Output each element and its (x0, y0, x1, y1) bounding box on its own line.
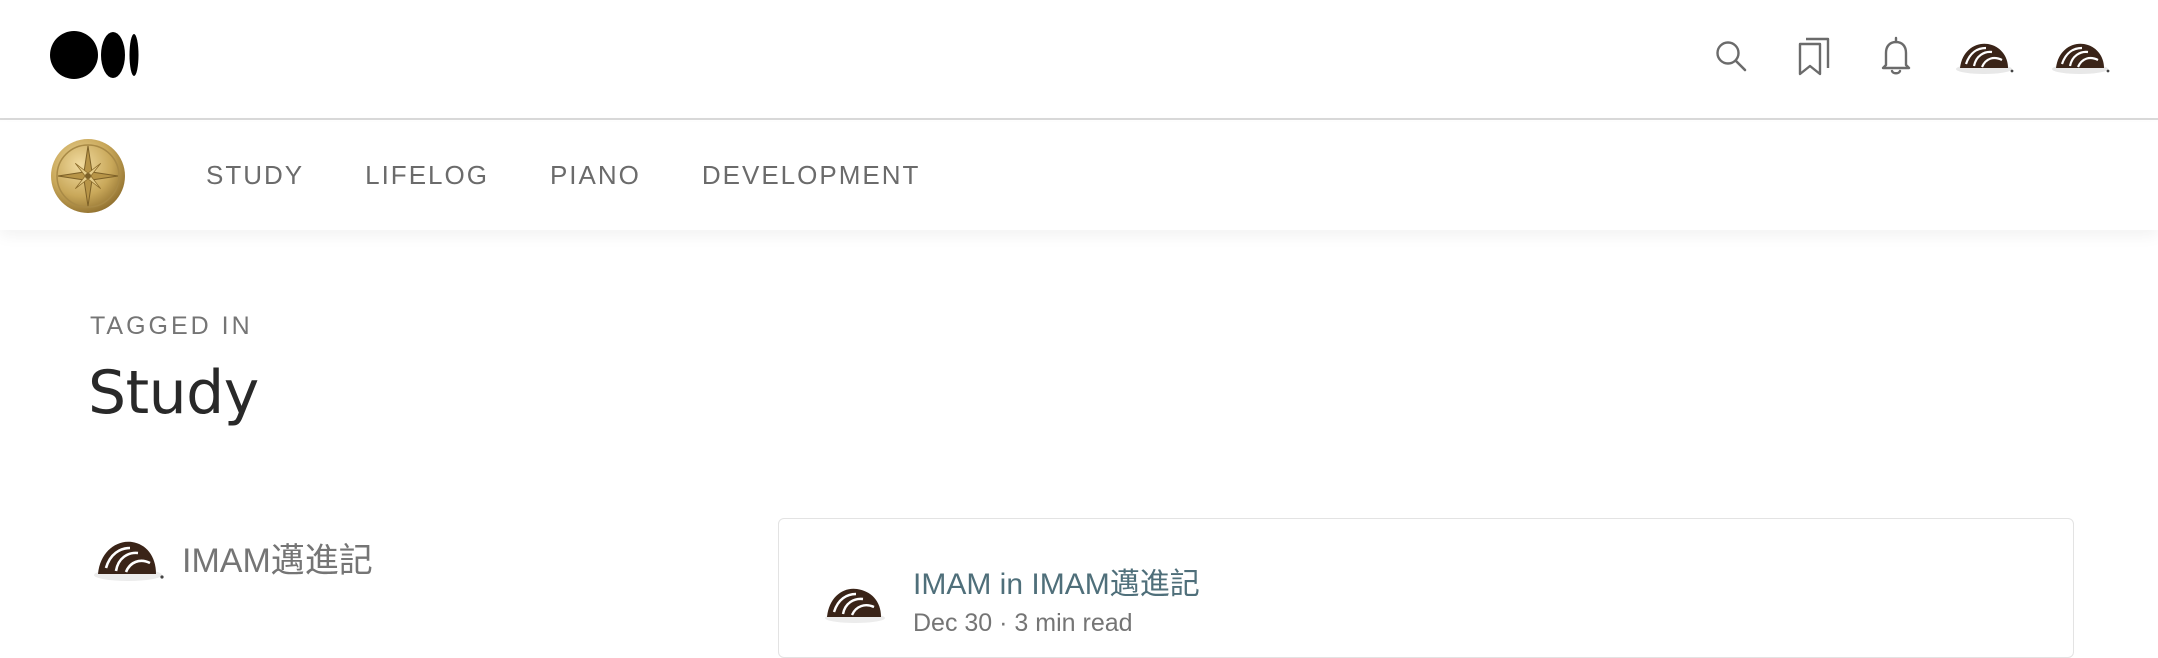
publication-nav-links: STUDY LIFELOG PIANO DEVELOPMENT (206, 160, 981, 191)
publication-logo[interactable] (50, 138, 126, 214)
in-word: in (999, 568, 1024, 601)
page-title: Study (88, 358, 259, 428)
user-avatar[interactable] (2048, 36, 2112, 76)
publication-row[interactable]: IMAM邁進記 (88, 530, 373, 584)
nav-item-study[interactable]: STUDY (206, 160, 304, 191)
publication-link[interactable]: IMAM邁進記 (1031, 568, 1199, 601)
bell-icon[interactable] (1873, 33, 1919, 79)
publication-nav-bar: STUDY LIFELOG PIANO DEVELOPMENT (0, 122, 2158, 230)
nav-item-piano[interactable]: PIANO (550, 160, 641, 191)
bookmarks-icon[interactable] (1791, 33, 1837, 79)
publication-avatar[interactable] (1952, 36, 2016, 76)
publication-name[interactable]: IMAM邁進記 (182, 533, 373, 582)
search-icon[interactable] (1708, 33, 1754, 79)
nav-item-development[interactable]: DEVELOPMENT (702, 160, 921, 191)
nav-item-lifelog[interactable]: LIFELOG (365, 160, 489, 191)
author-name-link[interactable]: IMAM (913, 568, 991, 601)
publication-avatar (88, 530, 166, 584)
tagged-in-label: TAGGED IN (90, 312, 253, 340)
post-card[interactable]: IMAM in IMAM邁進記 Dec 30 · 3 min read (778, 518, 2074, 658)
top-navigation-bar (0, 0, 2158, 120)
author-avatar[interactable] (819, 579, 889, 625)
post-author-line: IMAM in IMAM邁進記 (913, 559, 1200, 603)
medium-logo[interactable] (50, 30, 140, 80)
post-meta: Dec 30 · 3 min read (913, 609, 1133, 637)
